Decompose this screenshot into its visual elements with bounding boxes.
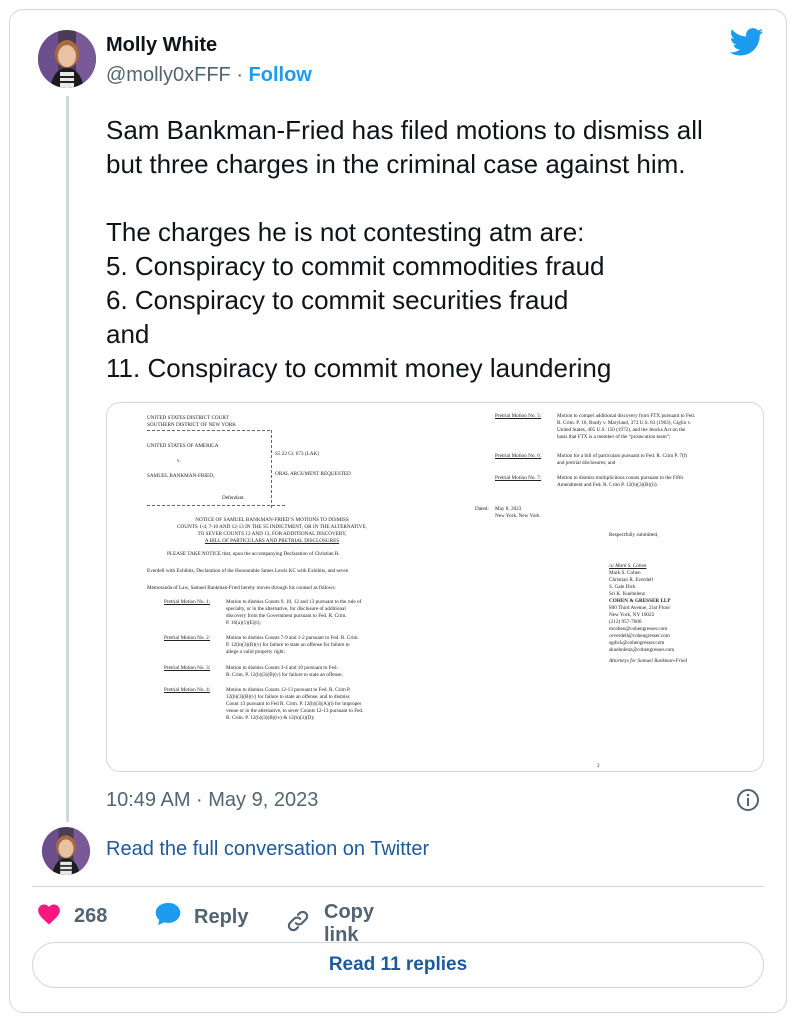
doc-defendant-name: SAMUEL BANKMAN-FRIED, [147, 473, 215, 479]
thread-line [66, 96, 69, 822]
doc-page-number: 2 [597, 763, 600, 769]
reply-button[interactable]: Reply [154, 901, 248, 933]
doc-motion-6: Pretrial Motion No. 6: Motion for a bill… [495, 453, 688, 466]
doc-oral-argument: ORAL ARGUMENT REQUESTED [275, 471, 351, 477]
reply-label: Reply [194, 905, 249, 928]
doc-caption-rule [271, 430, 272, 508]
doc-motion-3: Pretrial Motion No. 3: Motion to dismiss… [164, 665, 343, 678]
doc-intro-line-2: Everdell with Exhibits, Declaration of t… [147, 568, 349, 574]
doc-motion-7: Pretrial Motion No. 7: Motion to dismiss… [495, 475, 683, 488]
doc-motion-4: Pretrial Motion No. 4: Motion to dismiss… [164, 687, 364, 721]
attached-document-image[interactable]: UNITED STATES DISTRICT COURT SOUTHERN DI… [106, 402, 764, 772]
doc-dated-label: Dated: [475, 506, 489, 512]
conversation-avatar[interactable] [42, 827, 90, 875]
reply-bubble-icon [154, 901, 194, 933]
like-count: 268 [74, 904, 108, 927]
author-handle-row: @molly0xFFF · Follow [106, 64, 312, 87]
read-replies-button[interactable]: Read 11 replies [32, 942, 764, 988]
link-icon [284, 908, 324, 940]
doc-plaintiff: UNITED STATES OF AMERICA [147, 443, 219, 449]
tweet-text: Sam Bankman-Fried has filed motions to d… [106, 115, 703, 383]
doc-versus: v. [177, 458, 181, 464]
like-button[interactable]: 268 [36, 901, 107, 931]
separator-dot: · [236, 64, 243, 86]
doc-intro-line-3: Memoranda of Law, Samuel Bankman-Fried h… [147, 585, 336, 591]
tweet-timestamp[interactable]: 10:49 AM · May 9, 2023 [106, 789, 318, 812]
copy-link-label: Copy link [324, 901, 374, 946]
doc-respectfully: Respectfully submitted, [609, 532, 659, 538]
read-full-conversation-link[interactable]: Read the full conversation on Twitter [106, 838, 429, 861]
doc-divider [147, 430, 270, 431]
doc-court-header: UNITED STATES DISTRICT COURT SOUTHERN DI… [147, 415, 236, 428]
footer-divider [32, 886, 764, 887]
follow-link[interactable]: Follow [249, 64, 312, 86]
info-icon[interactable] [736, 788, 760, 817]
author-avatar[interactable] [38, 30, 96, 88]
doc-motion-1: Pretrial Motion No. 1: Motion to dismiss… [164, 599, 362, 626]
doc-motion-2: Pretrial Motion No. 2: Motion to dismiss… [164, 635, 359, 655]
twitter-bird-icon[interactable] [729, 28, 764, 61]
author-handle[interactable]: @molly0xFFF [106, 64, 231, 86]
doc-case-number: S5 22 Cr. 673 (LAK) [275, 451, 319, 457]
doc-divider-bottom [147, 505, 285, 506]
heart-icon [36, 901, 74, 931]
doc-title: NOTICE OF SAMUEL BANKMAN-FRIED’S MOTIONS… [177, 517, 367, 544]
author-name[interactable]: Molly White [106, 34, 217, 57]
doc-intro-line-1: PLEASE TAKE NOTICE that, upon the accomp… [167, 551, 340, 557]
doc-dated: May 8, 2023 New York, New York [495, 506, 540, 519]
doc-signature-block: /s/ Mark S. Cohen Mark S. Cohen Christia… [609, 563, 687, 664]
doc-motion-5: Pretrial Motion No. 5: Motion to compel … [495, 413, 696, 440]
doc-defendant-label: Defendant. [222, 495, 245, 501]
copy-link-button[interactable]: Copy link [284, 901, 374, 947]
